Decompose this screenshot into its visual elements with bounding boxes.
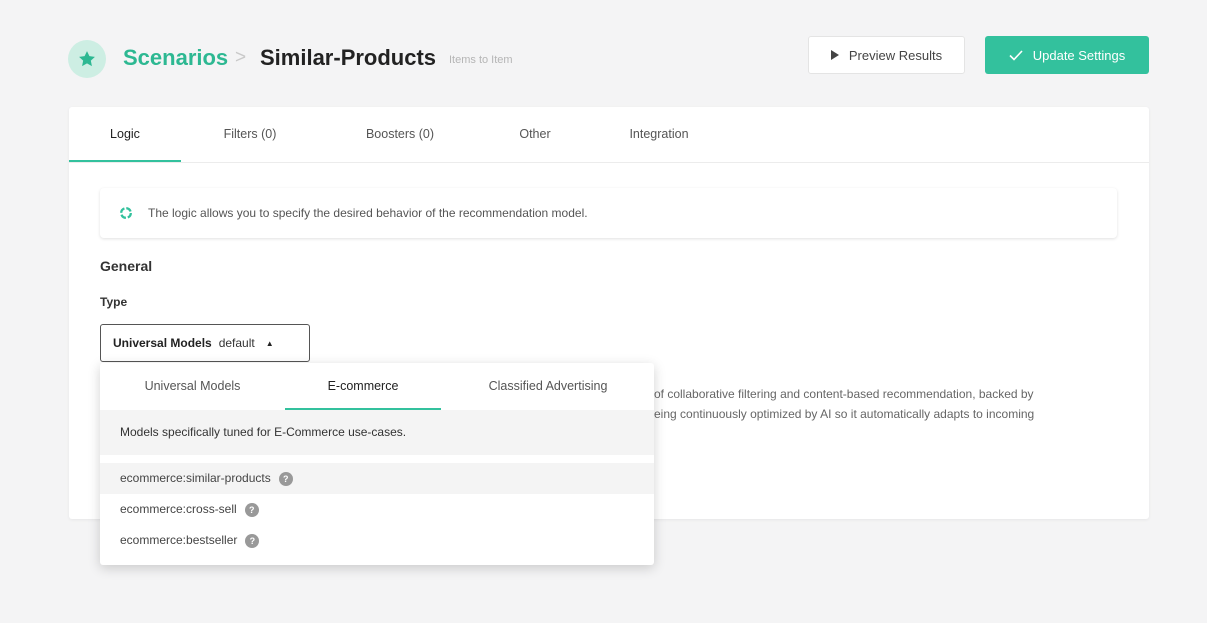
tab-boosters[interactable]: Boosters (0) [345,107,455,162]
list-item[interactable]: ecommerce:similar-products ? [100,463,654,494]
caret-up-icon: ▲ [265,338,274,348]
list-item-label: ecommerce:bestseller [120,533,238,547]
tab-integration[interactable]: Integration [614,107,704,162]
page-header: Scenarios > Similar-Products Items to It… [68,36,1149,80]
loader-ring-icon [120,207,132,219]
type-select-value: Universal Models [113,336,212,350]
settings-tabs: Logic Filters (0) Boosters (0) Other Int… [69,107,1149,163]
breadcrumb-separator: > [235,47,247,68]
question-mark-icon[interactable]: ? [245,533,260,548]
preview-results-label: Preview Results [848,47,943,63]
question-mark-icon[interactable]: ? [278,471,293,486]
list-item-label: ecommerce:similar-products [120,471,271,485]
star-icon [68,40,106,78]
list-item-label: ecommerce:cross-sell [120,502,237,516]
play-icon [830,50,839,60]
model-type-dropdown: Universal Models E-commerce Classified A… [100,363,654,565]
dropdown-tabs: Universal Models E-commerce Classified A… [100,363,654,410]
tab-logic[interactable]: Logic [69,107,181,162]
model-list: ecommerce:similar-products ? ecommerce:c… [100,463,654,556]
type-label: Type [100,295,128,309]
section-title-general: General [100,258,153,274]
tab-filters[interactable]: Filters (0) [200,107,300,162]
preview-results-button[interactable]: Preview Results [808,36,965,74]
page-subtitle: Items to Item [449,54,513,66]
tab-other[interactable]: Other [495,107,575,162]
list-item[interactable]: ecommerce:cross-sell ? [100,494,654,525]
type-select-tag: default [218,336,255,350]
dropdown-tab-e-commerce[interactable]: E-commerce [285,363,441,410]
dropdown-tab-universal-models[interactable]: Universal Models [100,363,285,410]
model-description: of collaborative filtering and content-b… [654,384,1124,424]
dropdown-description: Models specifically tuned for E-Commerce… [100,410,654,455]
check-icon [1009,49,1023,61]
breadcrumb-scenarios[interactable]: Scenarios [123,45,228,71]
info-text: The logic allows you to specify the desi… [148,206,588,220]
model-description-line-1: of collaborative filtering and content-b… [654,387,1034,401]
type-select[interactable]: Universal Models default ▲ [100,324,310,362]
update-settings-label: Update Settings [1032,47,1126,63]
list-item[interactable]: ecommerce:bestseller ? [100,525,654,556]
update-settings-button[interactable]: Update Settings [985,36,1149,74]
question-mark-icon[interactable]: ? [244,502,259,517]
model-description-line-2: eing continuously optimized by AI so it … [654,407,1035,421]
dropdown-tab-classified-advertising[interactable]: Classified Advertising [466,363,630,410]
page-title: Similar-Products [260,45,437,70]
info-box: The logic allows you to specify the desi… [100,188,1117,238]
